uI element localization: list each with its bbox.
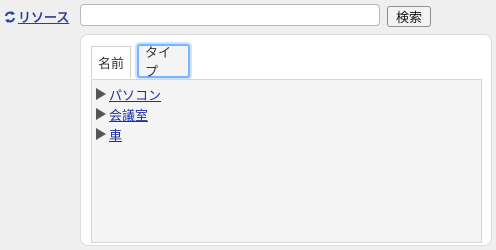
resource-panel: 名前 タイプ パソコン 会議室 車 xyxy=(80,34,492,246)
tab-name[interactable]: 名前 xyxy=(91,46,131,78)
tree-item-pc[interactable]: パソコン xyxy=(96,84,477,104)
refresh-icon xyxy=(5,10,15,23)
tree-item-label[interactable]: 車 xyxy=(109,125,122,144)
search-button[interactable]: 検索 xyxy=(387,6,431,27)
expand-caret-icon[interactable] xyxy=(96,128,106,140)
tree-item-label[interactable]: 会議室 xyxy=(109,105,148,124)
tree-item-label[interactable]: パソコン xyxy=(109,85,161,104)
search-input[interactable] xyxy=(80,4,380,26)
tree-item-meeting-room[interactable]: 会議室 xyxy=(96,104,477,124)
expand-caret-icon[interactable] xyxy=(96,108,106,120)
expand-caret-icon[interactable] xyxy=(96,88,106,100)
tab-bar: 名前 タイプ xyxy=(91,44,190,80)
resource-tree: パソコン 会議室 車 xyxy=(91,79,482,243)
tab-type[interactable]: タイプ xyxy=(137,44,190,80)
tree-item-car[interactable]: 車 xyxy=(96,124,477,144)
resource-label: リソース xyxy=(18,11,70,26)
resource-refresh-link[interactable]: リソース xyxy=(4,7,69,26)
